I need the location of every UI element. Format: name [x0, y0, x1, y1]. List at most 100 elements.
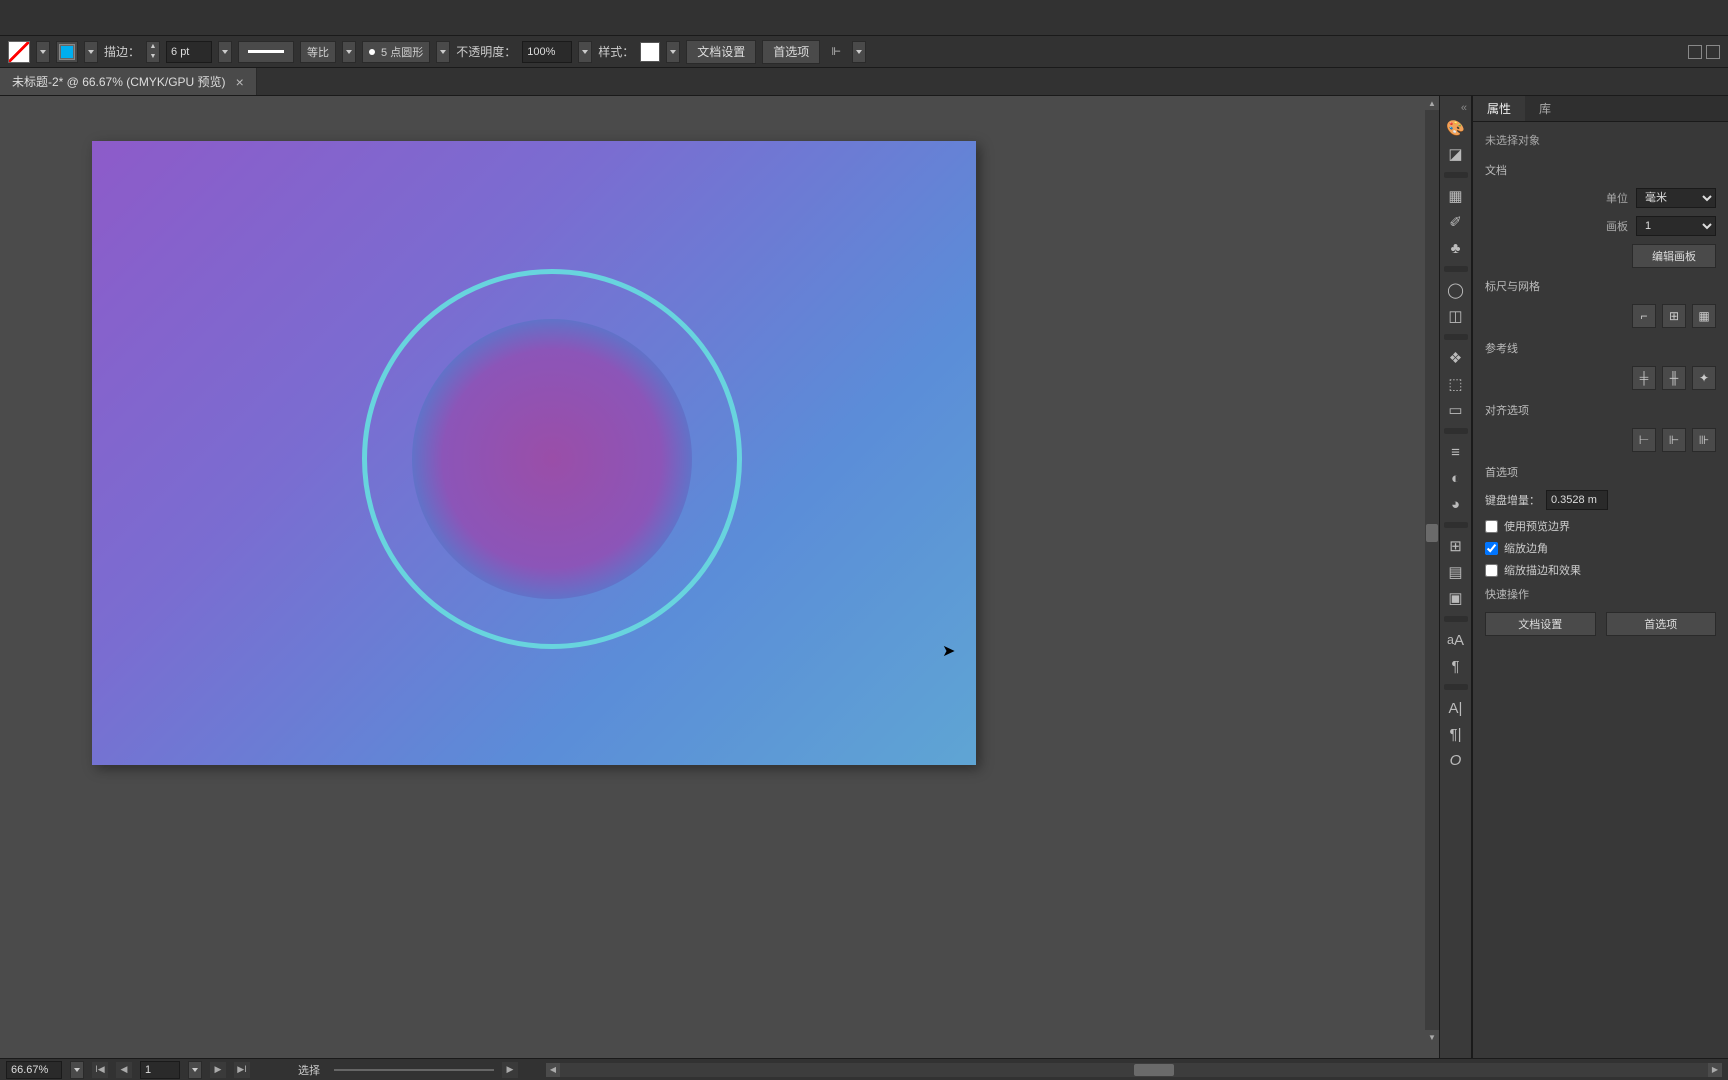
- scale-strokes-checkbox[interactable]: [1485, 564, 1498, 577]
- appearance-icon[interactable]: ◕: [1444, 492, 1468, 516]
- properties-panel: 属性 库 未选择对象 文档 单位 毫米 画板 1 编辑画板 标尺与网格 ⌐ ⊞ …: [1472, 96, 1728, 1058]
- artboard-next-icon[interactable]: ▶: [210, 1062, 226, 1078]
- stroke-width-dropdown[interactable]: [218, 41, 232, 63]
- brushes-panel-icon[interactable]: ✐: [1444, 210, 1468, 234]
- artboards-panel-icon[interactable]: ▭: [1444, 398, 1468, 422]
- artboard-last-icon[interactable]: ▶I: [234, 1062, 250, 1078]
- unit-select[interactable]: 毫米: [1636, 188, 1716, 208]
- artboard-nav-dropdown[interactable]: [188, 1061, 202, 1079]
- quick-prefs-button[interactable]: 首选项: [1606, 612, 1717, 636]
- snap-pixel-icon[interactable]: ⊪: [1692, 428, 1716, 452]
- layers-panel-icon[interactable]: ❖: [1444, 346, 1468, 370]
- style-label: 样式：: [598, 43, 634, 60]
- symbols-panel-icon[interactable]: ♣: [1444, 236, 1468, 260]
- document-tab-bar: 未标题-2* @ 66.67% (CMYK/GPU 预览) ×: [0, 68, 1728, 96]
- guides-show-icon[interactable]: ╪: [1632, 366, 1656, 390]
- vertical-scrollbar[interactable]: ▲ ▼: [1425, 96, 1439, 1044]
- stroke-align-arrow[interactable]: [342, 41, 356, 63]
- panel-layout-icon-1[interactable]: [1688, 45, 1702, 59]
- scale-corners-checkbox[interactable]: [1485, 542, 1498, 555]
- zoom-field[interactable]: [6, 1061, 62, 1079]
- expand-panels-icon[interactable]: «: [1461, 102, 1467, 114]
- stroke-profile-preview[interactable]: [238, 41, 294, 63]
- close-tab-icon[interactable]: ×: [236, 74, 244, 90]
- scroll-right-icon[interactable]: ▶: [1708, 1063, 1722, 1077]
- fill-dropdown[interactable]: [36, 41, 50, 63]
- transparency-icon[interactable]: ◐: [1444, 466, 1468, 490]
- scale-strokes-label: 缩放描边和效果: [1504, 562, 1581, 578]
- brush-profile[interactable]: 5 点圆形: [362, 41, 430, 63]
- swatches-panel-icon[interactable]: ▦: [1444, 184, 1468, 208]
- stroke-label: 描边：: [104, 43, 140, 60]
- scroll-down-icon[interactable]: ▼: [1425, 1030, 1439, 1044]
- asset-export-icon[interactable]: ⬚: [1444, 372, 1468, 396]
- character-panel-icon[interactable]: aA: [1444, 628, 1468, 652]
- paragraph-panel-icon[interactable]: ¶: [1444, 654, 1468, 678]
- artboard: ➤: [92, 141, 976, 765]
- hscroll-thumb[interactable]: [1134, 1064, 1174, 1076]
- color-guide-icon[interactable]: ◪: [1444, 142, 1468, 166]
- snap-point-icon[interactable]: ⊢: [1632, 428, 1656, 452]
- tool-status: 选择: [298, 1062, 320, 1078]
- opentype-panel-icon[interactable]: O: [1444, 748, 1468, 772]
- tab-library[interactable]: 库: [1525, 96, 1565, 121]
- ruler-grid-title: 标尺与网格: [1485, 278, 1716, 294]
- edit-artboard-button[interactable]: 编辑画板: [1632, 244, 1716, 268]
- preview-bounds-checkbox[interactable]: [1485, 520, 1498, 533]
- transparency-grid-icon[interactable]: ▦: [1692, 304, 1716, 328]
- brush-profile-dropdown[interactable]: [436, 41, 450, 63]
- artboard-first-icon[interactable]: I◀: [92, 1062, 108, 1078]
- gradient-panel-icon[interactable]: ◫: [1444, 304, 1468, 328]
- graphic-styles-icon[interactable]: ⊞: [1444, 534, 1468, 558]
- align-to-dropdown[interactable]: [852, 41, 866, 63]
- stroke-panel-icon[interactable]: ◯: [1444, 278, 1468, 302]
- status-bar: I◀ ◀ ▶ ▶I 选择 ▶ ◀ ▶: [0, 1058, 1728, 1080]
- style-swatch[interactable]: [640, 42, 660, 62]
- fill-swatch[interactable]: [8, 41, 30, 63]
- doc-setup-button[interactable]: 文档设置: [686, 40, 756, 64]
- color-panel-icon[interactable]: 🎨: [1444, 116, 1468, 140]
- zoom-dropdown[interactable]: [70, 1061, 84, 1079]
- grid-show-icon[interactable]: ⊞: [1662, 304, 1686, 328]
- document-tab-title: 未标题-2* @ 66.67% (CMYK/GPU 预览): [12, 73, 226, 90]
- smart-guides-icon[interactable]: ✦: [1692, 366, 1716, 390]
- align-to-icon[interactable]: ⊩: [826, 42, 846, 62]
- stroke-width-field[interactable]: [166, 41, 212, 63]
- pathfinder-icon[interactable]: ▣: [1444, 586, 1468, 610]
- align-panel-icon[interactable]: ▤: [1444, 560, 1468, 584]
- prefs-button[interactable]: 首选项: [762, 40, 820, 64]
- quick-doc-setup-button[interactable]: 文档设置: [1485, 612, 1596, 636]
- canvas-area[interactable]: ➤ ▲ ▼: [0, 96, 1439, 1058]
- paragraph-styles-icon[interactable]: ¶|: [1444, 722, 1468, 746]
- horizontal-scrollbar[interactable]: ◀ ▶: [546, 1063, 1722, 1077]
- status-play-icon[interactable]: ▶: [502, 1062, 518, 1078]
- opacity-field[interactable]: [522, 41, 572, 63]
- scale-corners-label: 缩放边角: [1504, 540, 1548, 556]
- scroll-thumb[interactable]: [1426, 524, 1438, 542]
- tab-properties[interactable]: 属性: [1473, 96, 1525, 121]
- panel-layout-icon-2[interactable]: [1706, 45, 1720, 59]
- status-progress: [334, 1069, 494, 1071]
- guides-lock-icon[interactable]: ╫: [1662, 366, 1686, 390]
- cursor-icon: ➤: [942, 641, 955, 661]
- snap-grid-icon[interactable]: ⊩: [1662, 428, 1686, 452]
- doc-section-title: 文档: [1485, 162, 1716, 178]
- opacity-dropdown[interactable]: [578, 41, 592, 63]
- stroke-options-icon[interactable]: ≡: [1444, 440, 1468, 464]
- quick-actions-title: 快速操作: [1485, 586, 1716, 602]
- scroll-up-icon[interactable]: ▲: [1425, 96, 1439, 110]
- artboard-select[interactable]: 1: [1636, 216, 1716, 236]
- style-dropdown[interactable]: [666, 41, 680, 63]
- stroke-width-stepper[interactable]: ▲▼: [146, 41, 160, 63]
- unit-label: 单位: [1606, 190, 1628, 206]
- artboard-nav-field[interactable]: [140, 1061, 180, 1079]
- stroke-swatch-wrap[interactable]: [56, 41, 78, 63]
- stroke-dropdown[interactable]: [84, 41, 98, 63]
- character-styles-icon[interactable]: A|: [1444, 696, 1468, 720]
- kbd-increment-field[interactable]: [1546, 490, 1608, 510]
- scroll-left-icon[interactable]: ◀: [546, 1063, 560, 1077]
- document-tab[interactable]: 未标题-2* @ 66.67% (CMYK/GPU 预览) ×: [0, 68, 257, 95]
- ruler-icon[interactable]: ⌐: [1632, 304, 1656, 328]
- stroke-align-dropdown[interactable]: 等比: [300, 41, 336, 63]
- artboard-prev-icon[interactable]: ◀: [116, 1062, 132, 1078]
